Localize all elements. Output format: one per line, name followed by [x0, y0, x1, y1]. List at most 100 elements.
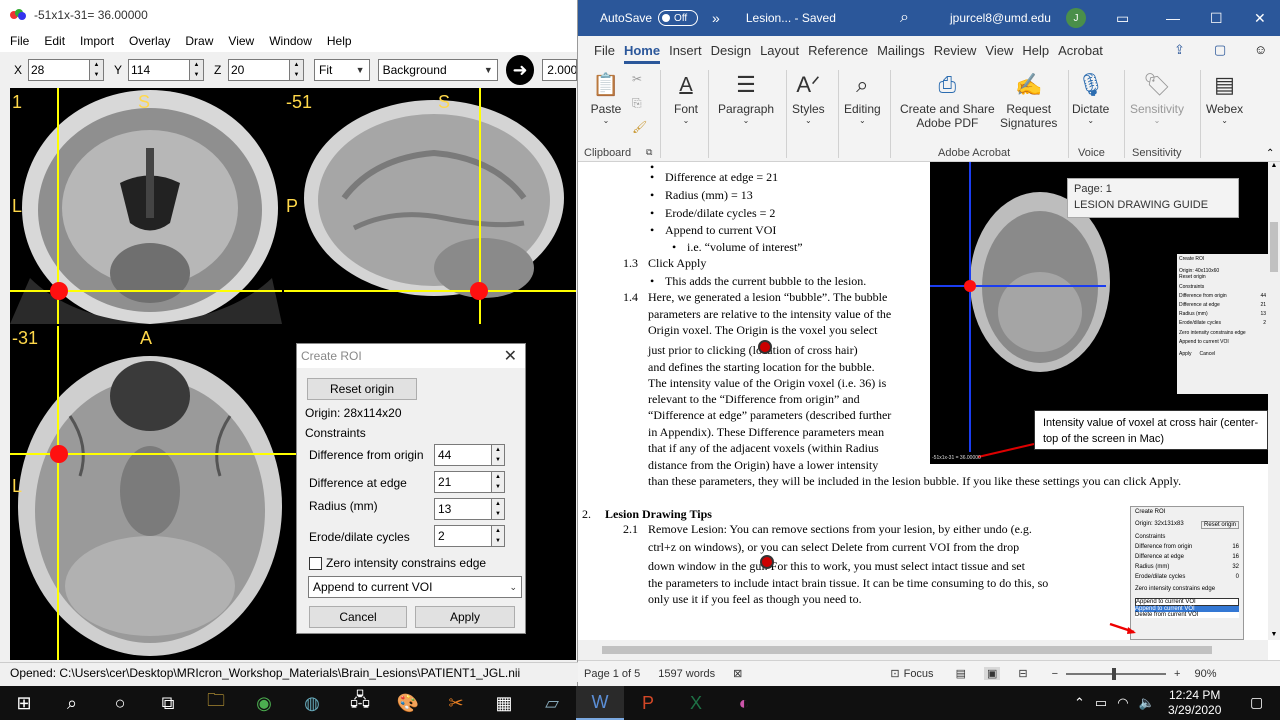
difference-at-edge-input[interactable]: 21 — [434, 471, 492, 493]
vertical-scrollbar[interactable]: ▲ ▼ — [1268, 162, 1280, 640]
close-icon[interactable]: ✕ — [504, 346, 517, 366]
tab-review[interactable]: Review — [934, 43, 977, 64]
network-app-icon[interactable]: ◍ — [288, 686, 336, 720]
menu-overlay[interactable]: Overlay — [129, 34, 170, 48]
tab-file[interactable]: File — [594, 43, 615, 64]
create-share-pdf-button[interactable]: ⎙ Create and Share Adobe PDF — [900, 68, 995, 130]
zoom-percent[interactable]: 90% — [1194, 668, 1216, 680]
menu-help[interactable]: Help — [327, 34, 352, 48]
layer-select[interactable]: Background ▼ — [377, 59, 498, 81]
reset-origin-button[interactable]: Reset origin — [307, 378, 417, 400]
zoom-slider[interactable] — [1066, 667, 1167, 680]
tab-acrobat[interactable]: Acrobat — [1058, 43, 1103, 64]
copy-icon[interactable]: ⎘ — [632, 96, 642, 111]
coronal-view[interactable]: 1 S L — [10, 88, 282, 324]
windows-start-icon[interactable]: ⊞ — [0, 686, 48, 720]
difference-from-origin-stepper[interactable]: ▲ ▼ — [491, 444, 505, 466]
styles-button[interactable]: Aᐟ Styles ⌄ — [792, 68, 825, 125]
share-icon[interactable]: ⇪ — [1174, 42, 1185, 58]
zoom-out-icon[interactable]: − — [1052, 668, 1058, 680]
request-signatures-button[interactable]: ✍ Request Signatures — [1000, 68, 1057, 130]
print-layout-icon[interactable]: ▣ — [983, 667, 1001, 680]
tab-help[interactable]: Help — [1022, 43, 1049, 64]
wifi-icon[interactable]: ◠ — [1117, 695, 1128, 711]
vnc-viewer-icon[interactable]: ▦ — [480, 686, 528, 720]
erode-dilate-input[interactable]: 2 — [434, 525, 492, 547]
volume-icon[interactable]: 🔈 — [1139, 695, 1155, 711]
x-input[interactable] — [28, 59, 90, 81]
font-button[interactable]: A Font ⌄ — [670, 68, 702, 126]
read-mode-icon[interactable]: ▤ — [956, 667, 966, 680]
chevron-up-icon[interactable]: ⌃ — [1074, 695, 1085, 711]
mricron-taskbar-icon[interactable]: ◐ — [720, 686, 768, 720]
remote-desktop-icon[interactable]: 🖧 — [336, 686, 384, 720]
tab-mailings[interactable]: Mailings — [877, 43, 925, 64]
focus-label[interactable]: Focus — [904, 668, 934, 680]
z-input[interactable] — [228, 59, 290, 81]
excel-taskbar-icon[interactable]: X — [672, 686, 720, 720]
cortana-icon[interactable]: ○ — [96, 686, 144, 720]
h-scroll-thumb[interactable] — [602, 646, 1212, 654]
avatar[interactable]: J — [1066, 8, 1086, 28]
notes-icon[interactable]: ▱ — [528, 686, 576, 720]
menu-import[interactable]: Import — [80, 34, 114, 48]
webex-button[interactable]: ▤ Webex ⌄ — [1206, 68, 1243, 125]
maximize-icon[interactable]: ☐ — [1210, 10, 1223, 27]
contrast-input[interactable]: 2.000 — [542, 59, 577, 81]
radius-stepper[interactable]: ▲ ▼ — [491, 498, 505, 520]
dialog-launcher-icon[interactable]: ⧉ — [646, 147, 652, 158]
dictate-button[interactable]: 🎙 Dictate ⌄ — [1072, 68, 1109, 125]
scroll-down-icon[interactable]: ▼ — [1268, 631, 1280, 638]
scroll-thumb[interactable] — [1270, 222, 1278, 272]
ribbon-display-icon[interactable]: ▭ — [1116, 10, 1129, 27]
axial-view[interactable]: -31 A L — [10, 326, 300, 660]
more-options-icon[interactable]: ☺ — [1254, 42, 1267, 57]
cut-icon[interactable]: ✂ — [632, 72, 642, 86]
zero-intensity-checkbox[interactable] — [309, 556, 322, 570]
notifications-icon[interactable]: ▢ — [1250, 694, 1263, 711]
document-page[interactable]: • • Difference at edge = 21 • Radius (mm… — [578, 162, 1268, 640]
editing-button[interactable]: ⌕ Editing ⌄ — [844, 68, 881, 125]
clock[interactable]: 12:24 PM 3/29/2020 — [1168, 688, 1221, 718]
apply-button[interactable]: Apply — [415, 606, 515, 628]
minimize-icon[interactable]: — — [1166, 10, 1180, 26]
collapse-ribbon-icon[interactable]: ⌃ — [1266, 148, 1274, 159]
undo-arrow-icon[interactable]: ➜ — [505, 55, 535, 85]
tab-layout[interactable]: Layout — [760, 43, 799, 64]
radius-input[interactable]: 13 — [434, 498, 492, 520]
horizontal-scrollbar[interactable] — [578, 640, 1268, 660]
task-view-icon[interactable]: ⧉ — [144, 686, 192, 720]
zoom-slider-thumb[interactable] — [1112, 667, 1117, 680]
y-stepper[interactable]: ▲ ▼ — [190, 59, 204, 81]
menu-draw[interactable]: Draw — [185, 34, 213, 48]
page-count[interactable]: Page 1 of 5 — [584, 668, 640, 680]
tab-insert[interactable]: Insert — [669, 43, 702, 64]
snipping-tool-icon[interactable]: ✂ — [432, 686, 480, 720]
menu-file[interactable]: File — [10, 34, 29, 48]
y-input[interactable] — [128, 59, 190, 81]
battery-icon[interactable]: ▭ — [1095, 695, 1107, 711]
menu-window[interactable]: Window — [269, 34, 312, 48]
autosave-toggle[interactable]: Off — [658, 10, 699, 26]
zoom-in-icon[interactable]: + — [1174, 668, 1180, 680]
difference-from-origin-input[interactable]: 44 — [434, 444, 492, 466]
powerpoint-taskbar-icon[interactable]: P — [624, 686, 672, 720]
sensitivity-button[interactable]: 🏷 Sensitivity ⌄ — [1130, 68, 1184, 125]
scroll-up-icon[interactable]: ▲ — [1268, 162, 1280, 169]
close-icon[interactable]: ✕ — [1254, 10, 1266, 27]
tab-home[interactable]: Home — [623, 43, 661, 64]
tab-view[interactable]: View — [985, 43, 1013, 64]
menu-view[interactable]: View — [228, 34, 254, 48]
x-stepper[interactable]: ▲ ▼ — [90, 59, 104, 81]
file-explorer-icon[interactable]: 🗀 — [192, 686, 240, 720]
document-title[interactable]: Lesion... - Saved — [746, 11, 836, 25]
roi-mode-select[interactable]: Append to current VOI ⌄ — [308, 576, 522, 598]
more-commands-icon[interactable]: » — [712, 10, 720, 26]
paste-button[interactable]: 📋 Paste ⌄ — [590, 68, 622, 125]
focus-icon[interactable]: ⊡ — [890, 667, 899, 680]
difference-at-edge-stepper[interactable]: ▲ ▼ — [491, 471, 505, 493]
tab-design[interactable]: Design — [711, 43, 751, 64]
search-icon[interactable]: ⌕ — [48, 686, 96, 720]
cancel-button[interactable]: Cancel — [309, 606, 407, 628]
erode-dilate-stepper[interactable]: ▲ ▼ — [491, 525, 505, 547]
